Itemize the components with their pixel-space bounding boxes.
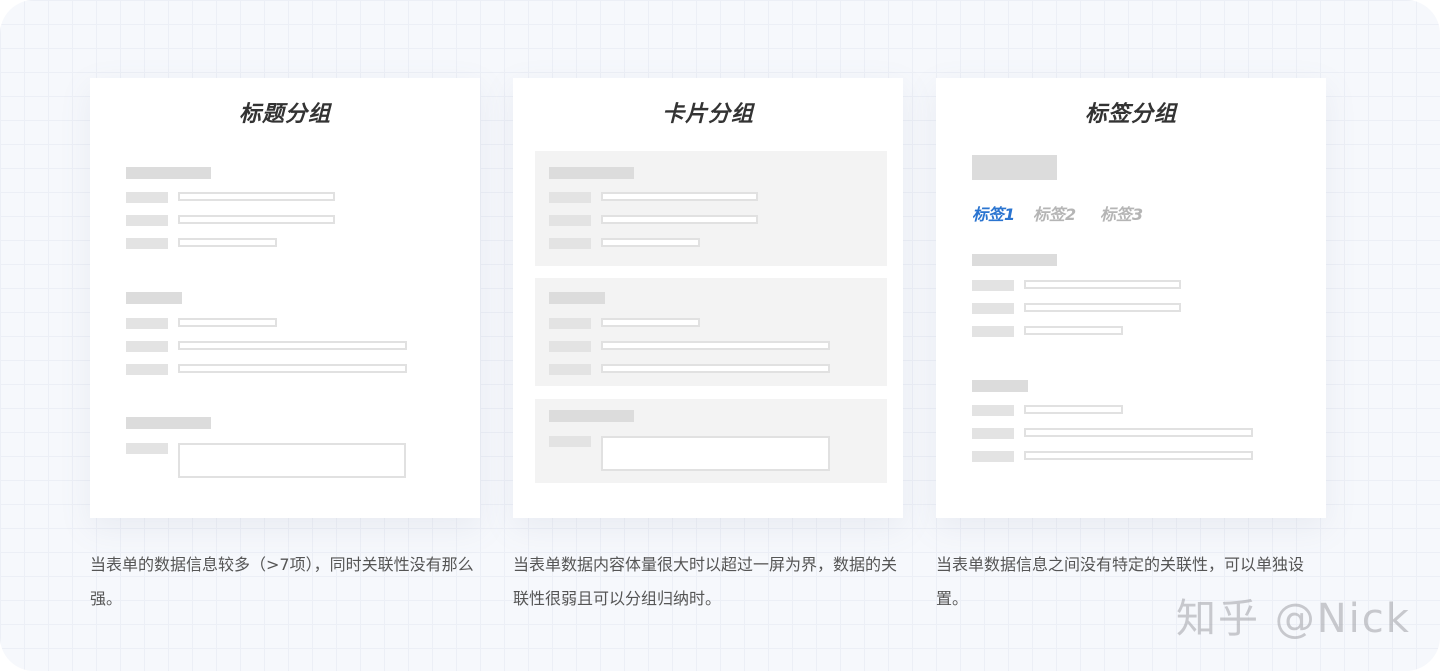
tab-2[interactable]: 标签2	[1033, 201, 1076, 225]
input-placeholder	[178, 238, 277, 247]
input-placeholder	[601, 318, 700, 327]
section-heading-placeholder	[549, 167, 634, 179]
input-placeholder	[1024, 428, 1253, 437]
section-heading-placeholder	[126, 292, 182, 304]
input-placeholder	[601, 238, 700, 247]
title-group-heading: 标题分组	[238, 102, 331, 127]
field-label-placeholder	[549, 318, 591, 329]
field-label-placeholder	[126, 215, 168, 226]
tab-1[interactable]: 标签1	[972, 201, 1015, 225]
card-group-description: 当表单数据内容体量很大时以超过一屏为界，数据的关联性很弱且可以分组归纳时。	[513, 555, 898, 608]
input-placeholder	[1024, 280, 1181, 289]
input-placeholder	[178, 318, 277, 327]
field-label-placeholder	[126, 443, 168, 454]
tab-3[interactable]: 标签3	[1100, 201, 1143, 225]
section-heading-placeholder	[972, 380, 1028, 392]
input-placeholder	[1024, 451, 1253, 460]
input-placeholder	[1024, 405, 1123, 414]
input-placeholder	[601, 192, 758, 201]
input-placeholder	[178, 192, 335, 201]
section-heading-placeholder	[126, 167, 211, 179]
header-placeholder	[972, 155, 1057, 180]
field-label-placeholder	[549, 364, 591, 375]
input-placeholder	[1024, 303, 1181, 312]
field-label-placeholder	[126, 341, 168, 352]
field-label-placeholder	[126, 318, 168, 329]
field-label-placeholder	[549, 341, 591, 352]
textarea-placeholder	[601, 436, 830, 471]
input-placeholder	[178, 341, 407, 350]
field-label-placeholder	[549, 436, 591, 447]
textarea-placeholder	[178, 443, 406, 478]
input-placeholder	[601, 215, 758, 224]
title-group-description: 当表单的数据信息较多（>7项），同时关联性没有那么强。	[90, 555, 474, 608]
field-label-placeholder	[972, 405, 1014, 416]
card-group-heading: 卡片分组	[661, 102, 754, 127]
field-label-placeholder	[972, 451, 1014, 462]
field-label-placeholder	[126, 238, 168, 249]
background-stage: 标题分组 当表单的数据信息较多（>7项），同时关联性没有那么强。 卡片分组 当表…	[0, 0, 1440, 671]
section-heading-placeholder	[972, 254, 1057, 266]
field-label-placeholder	[972, 326, 1014, 337]
field-label-placeholder	[549, 238, 591, 249]
field-label-placeholder	[972, 428, 1014, 439]
section-heading-placeholder	[549, 292, 605, 304]
watermark: 知乎 @Nick	[1176, 596, 1411, 642]
section-heading-placeholder	[126, 417, 211, 429]
field-label-placeholder	[126, 364, 168, 375]
tab-group-heading: 标签分组	[1084, 102, 1177, 127]
field-label-placeholder	[972, 303, 1014, 314]
input-placeholder	[601, 364, 830, 373]
input-placeholder	[601, 341, 830, 350]
field-label-placeholder	[126, 192, 168, 203]
input-placeholder	[178, 364, 407, 373]
field-label-placeholder	[972, 280, 1014, 291]
field-label-placeholder	[549, 215, 591, 226]
input-placeholder	[178, 215, 335, 224]
field-label-placeholder	[549, 192, 591, 203]
section-heading-placeholder	[549, 410, 634, 422]
input-placeholder	[1024, 326, 1123, 335]
